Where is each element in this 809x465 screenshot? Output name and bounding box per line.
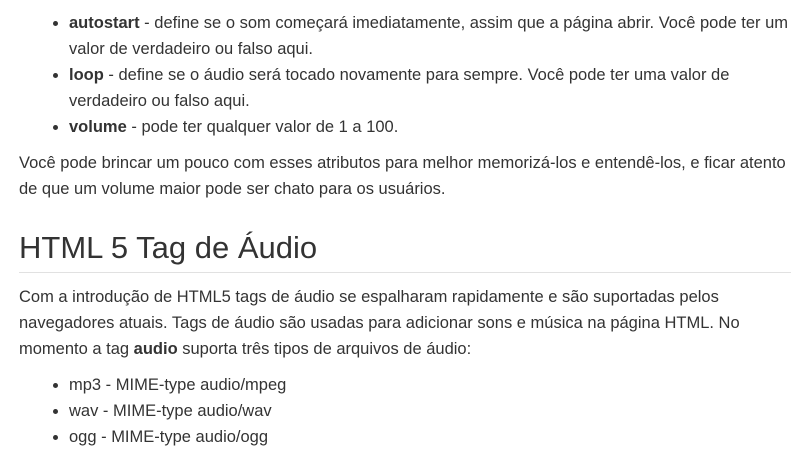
attribute-separator: - xyxy=(126,118,142,136)
audio-format-list: mp3 - MIME-type audio/mpeg wav - MIME-ty… xyxy=(19,372,809,450)
attribute-description: define se o som começará imediatamente, … xyxy=(69,14,789,58)
section-heading: HTML 5 Tag de Áudio xyxy=(19,228,791,273)
section-paragraph: Com a introdução de HTML5 tags de áudio … xyxy=(19,284,794,362)
list-item-wav: wav - MIME-type audio/wav xyxy=(69,398,809,424)
attribute-description: pode ter qualquer valor de 1 a 100. xyxy=(141,118,399,136)
list-item-autostart: autostart - define se o som começará ime… xyxy=(69,10,809,62)
list-item-loop: loop - define se o áudio será tocado nov… xyxy=(69,62,809,114)
attribute-name: volume xyxy=(69,118,127,136)
attribute-description: define se o áudio será tocado novamente … xyxy=(69,66,730,110)
attribute-separator: - xyxy=(139,14,155,32)
intro-paragraph: Você pode brincar um pouco com esses atr… xyxy=(19,154,786,198)
list-item-ogg: ogg - MIME-type audio/ogg xyxy=(69,424,809,450)
attribute-name: autostart xyxy=(69,14,140,32)
list-item-volume: volume - pode ter qualquer valor de 1 a … xyxy=(69,114,809,140)
list-item-mp3: mp3 - MIME-type audio/mpeg xyxy=(69,372,809,398)
article-content: autostart - define se o som começará ime… xyxy=(0,0,809,465)
attribute-list: autostart - define se o som começará ime… xyxy=(19,10,809,140)
paragraph-text-after: suporta três tipos de arquivos de áudio: xyxy=(177,340,472,358)
audio-tag-name: audio xyxy=(133,340,178,358)
attribute-name: loop xyxy=(69,66,104,84)
attribute-separator: - xyxy=(103,66,119,84)
